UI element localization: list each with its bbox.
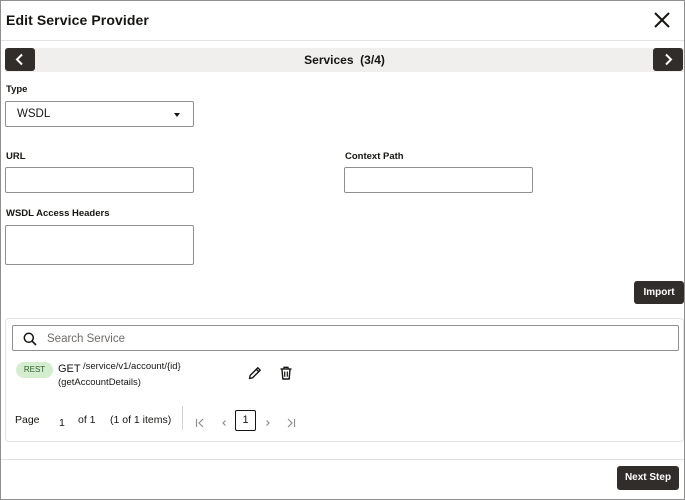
dialog-title: Edit Service Provider xyxy=(6,12,149,28)
delete-trash-icon[interactable] xyxy=(278,365,294,386)
context-path-input[interactable] xyxy=(344,167,533,193)
url-label: URL xyxy=(6,151,26,162)
dialog-header: Edit Service Provider xyxy=(1,1,684,41)
wsdl-access-headers-field[interactable] xyxy=(5,225,194,265)
page-of-label: of 1 xyxy=(78,414,96,426)
page-number-button[interactable]: 1 xyxy=(235,410,256,431)
next-step-button[interactable]: Next Step xyxy=(617,466,679,490)
edit-pencil-icon[interactable] xyxy=(247,365,263,386)
search-icon xyxy=(23,332,37,346)
close-icon[interactable] xyxy=(651,9,673,31)
page-input[interactable]: 1 xyxy=(59,417,65,429)
wsdl-access-headers-label: WSDL Access Headers xyxy=(6,208,110,219)
step-bar: Services (3/4) xyxy=(5,48,684,72)
items-count-label: (1 of 1 items) xyxy=(110,414,172,426)
edit-service-provider-dialog: Edit Service Provider Services (3/4) Typ… xyxy=(0,0,685,500)
type-label: Type xyxy=(6,84,28,95)
page-label: Page xyxy=(15,414,40,426)
footer-divider xyxy=(1,459,684,460)
caret-down-icon xyxy=(174,113,180,117)
context-path-label: Context Path xyxy=(345,151,404,162)
rest-badge: REST xyxy=(16,362,53,378)
type-select[interactable]: WSDL xyxy=(5,101,194,127)
next-step-arrow-button[interactable] xyxy=(653,48,683,71)
service-method: GET xyxy=(58,363,81,375)
first-page-icon[interactable] xyxy=(194,416,206,434)
chevron-right-icon xyxy=(665,53,673,66)
search-service-box[interactable] xyxy=(12,325,679,351)
previous-page-icon[interactable] xyxy=(218,416,230,434)
pagination-divider xyxy=(182,406,183,430)
type-select-value: WSDL xyxy=(17,108,51,120)
search-service-input[interactable] xyxy=(47,329,667,348)
service-list-panel: REST GET /service/v1/account/{id} (getAc… xyxy=(5,318,684,442)
import-button[interactable]: Import xyxy=(634,281,684,304)
service-path: /service/v1/account/{id} xyxy=(83,361,181,372)
last-page-icon[interactable] xyxy=(285,416,297,434)
step-title: Services (3/4) xyxy=(304,53,385,67)
url-input[interactable] xyxy=(5,167,194,193)
service-operation-name: (getAccountDetails) xyxy=(58,377,141,388)
next-page-icon[interactable] xyxy=(262,416,274,434)
